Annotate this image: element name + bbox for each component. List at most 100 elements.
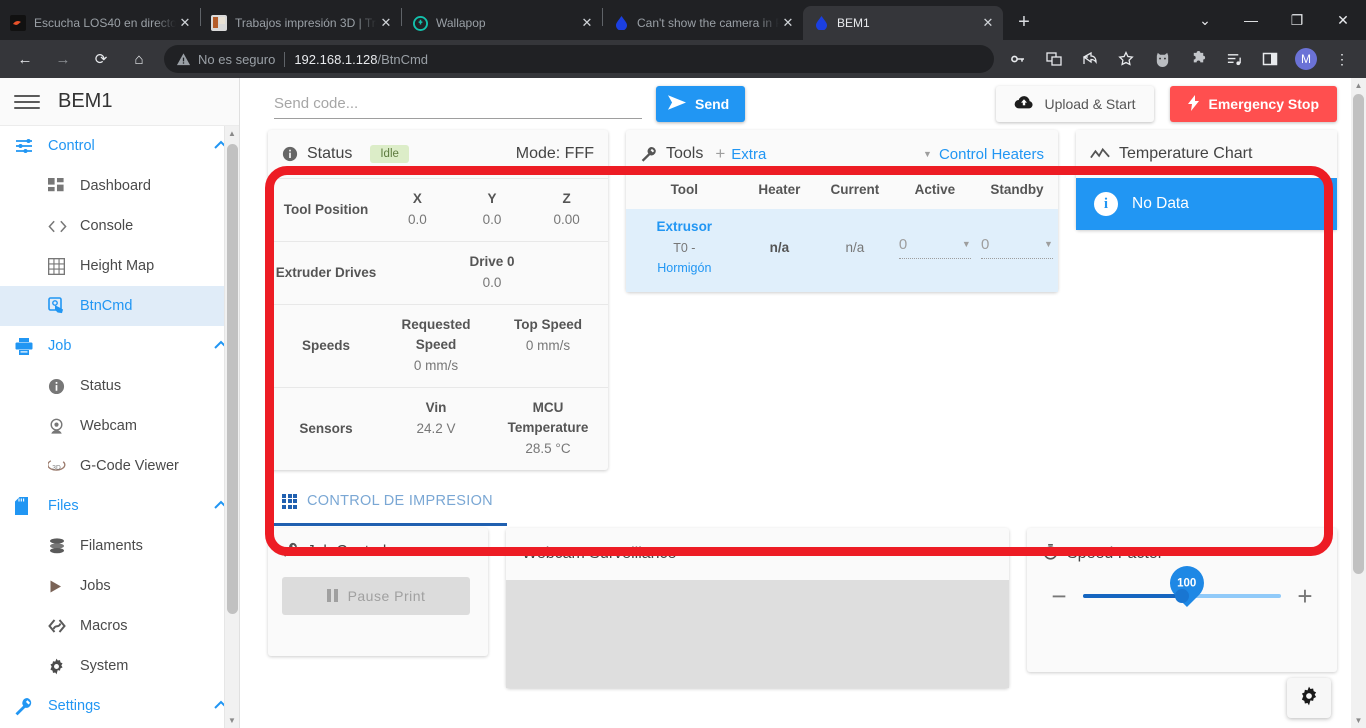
hamburger-icon[interactable] bbox=[14, 94, 40, 109]
side-panel-icon[interactable] bbox=[1256, 45, 1284, 73]
speed-increase-button[interactable]: + bbox=[1289, 583, 1321, 609]
extra-link[interactable]: Extra bbox=[731, 146, 766, 163]
browser-tab-4[interactable]: BEM1 ✕ bbox=[803, 6, 1003, 40]
speed-slider-handle[interactable] bbox=[1175, 588, 1189, 603]
address-bar[interactable]: No es seguro 192.168.1.128/BtnCmd bbox=[164, 45, 994, 73]
sidebar-item-system[interactable]: System bbox=[0, 646, 239, 686]
pause-print-button[interactable]: Pause Print bbox=[282, 576, 470, 615]
speed-decrease-button[interactable]: − bbox=[1043, 583, 1075, 609]
close-window-button[interactable]: ✕ bbox=[1320, 0, 1366, 40]
emergency-stop-button[interactable]: Emergency Stop bbox=[1169, 86, 1337, 122]
tool-cell[interactable]: Extrusor T0 - Hormigón bbox=[626, 209, 743, 292]
browser-tab-close-2[interactable]: ✕ bbox=[578, 14, 596, 32]
key-icon[interactable] bbox=[1004, 45, 1032, 73]
kebab-menu-icon[interactable]: ⋮ bbox=[1328, 45, 1356, 73]
browser-tab-2[interactable]: Wallapop ✕ bbox=[402, 6, 602, 40]
send-button[interactable]: Send bbox=[656, 86, 746, 122]
browser-tab-1[interactable]: Trabajos impresión 3D | Trello ✕ bbox=[201, 6, 401, 40]
speed-slider[interactable]: 100 bbox=[1083, 558, 1281, 607]
heater-cell[interactable]: n/a bbox=[742, 209, 817, 292]
forward-arrow-icon[interactable]: → bbox=[48, 44, 78, 74]
gear-icon bbox=[48, 658, 80, 675]
sidebar-item-dashboard[interactable]: Dashboard bbox=[0, 166, 239, 206]
sidebar-group-settings[interactable]: Settings bbox=[0, 686, 239, 726]
sidebar-scrollbar[interactable]: ▲ ▼ bbox=[224, 126, 239, 728]
browser-tab-close-1[interactable]: ✕ bbox=[377, 14, 395, 32]
standby-temp-dropdown[interactable]: 0 ▼ bbox=[980, 236, 1053, 259]
tool-name: Extrusor bbox=[656, 219, 713, 234]
bottom-panels: Job Control Pause Print Webcam Surveilla… bbox=[240, 527, 1351, 688]
reload-icon[interactable]: ⟳ bbox=[86, 44, 116, 74]
tools-table-header-row: Tool Heater Current Active Standby bbox=[626, 178, 1058, 209]
minimize-button[interactable]: — bbox=[1228, 0, 1274, 40]
active-temp-dropdown[interactable]: 0 ▼ bbox=[898, 236, 971, 259]
scroll-up-arrow-icon[interactable]: ▲ bbox=[225, 126, 239, 141]
webcam-feed[interactable] bbox=[506, 579, 1009, 688]
info-icon: i bbox=[1094, 192, 1118, 216]
sidebar-item-console[interactable]: Console bbox=[0, 206, 239, 246]
chevron-down-icon[interactable]: ▼ bbox=[923, 149, 932, 159]
browser-tab-0[interactable]: Escucha LOS40 en directo - To ✕ bbox=[0, 6, 200, 40]
page-scrollbar[interactable]: ▲ ▼ bbox=[1351, 78, 1366, 728]
active-cell[interactable]: 0 ▼ bbox=[893, 209, 976, 292]
add-tool-icon[interactable]: + bbox=[715, 144, 725, 164]
chevron-down-icon[interactable]: ⌄ bbox=[1182, 0, 1228, 40]
sidebar-group-label: Settings bbox=[48, 698, 101, 714]
back-arrow-icon[interactable]: ← bbox=[10, 44, 40, 74]
sidebar-item-jobs[interactable]: Jobs bbox=[0, 566, 239, 606]
new-tab-button[interactable]: + bbox=[1009, 7, 1039, 37]
tab-control-de-impresion[interactable]: CONTROL DE IMPRESION bbox=[268, 480, 507, 526]
top-speed: Top Speed 0 mm/s bbox=[492, 315, 604, 377]
axis-y: Y 0.0 bbox=[455, 189, 530, 231]
media-list-icon[interactable] bbox=[1220, 45, 1248, 73]
tool-filament-link[interactable]: Hormigón bbox=[657, 261, 711, 275]
col-current: Current bbox=[830, 182, 880, 197]
table-row[interactable]: Extrusor T0 - Hormigón n/a n/a 0 ▼ 0 ▼ bbox=[626, 209, 1058, 292]
chart-line-icon bbox=[1090, 147, 1110, 161]
send-code-input[interactable] bbox=[274, 89, 642, 119]
security-label: No es seguro bbox=[198, 51, 276, 67]
browser-tab-close-3[interactable]: ✕ bbox=[779, 14, 797, 32]
page-scrollbar-thumb[interactable] bbox=[1353, 94, 1364, 574]
sidebar-item-filaments[interactable]: Filaments bbox=[0, 526, 239, 566]
sidebar-group-job[interactable]: Job bbox=[0, 326, 239, 366]
upload-start-button[interactable]: Upload & Start bbox=[996, 86, 1154, 122]
bookmark-star-icon[interactable] bbox=[1112, 45, 1140, 73]
settings-fab-button[interactable] bbox=[1287, 678, 1331, 718]
scroll-down-arrow-icon[interactable]: ▼ bbox=[225, 713, 239, 728]
control-heaters-link[interactable]: Control Heaters bbox=[939, 146, 1044, 163]
browser-tab-3[interactable]: Can't show the camera in Prin ✕ bbox=[603, 6, 803, 40]
sidebar-item-webcam[interactable]: Webcam bbox=[0, 406, 239, 446]
standby-cell[interactable]: 0 ▼ bbox=[975, 209, 1058, 292]
cloud-upload-icon bbox=[1014, 95, 1034, 113]
home-icon[interactable]: ⌂ bbox=[124, 44, 154, 74]
sidebar-item-btncmd[interactable]: BtnCmd bbox=[0, 286, 239, 326]
scroll-down-arrow-icon[interactable]: ▼ bbox=[1351, 713, 1366, 728]
job-control-title: Job Control bbox=[307, 543, 387, 561]
translate-icon[interactable] bbox=[1040, 45, 1068, 73]
heater-value: n/a bbox=[769, 239, 790, 255]
sidebar-item-label: Filaments bbox=[80, 538, 143, 554]
browser-tab-close-0[interactable]: ✕ bbox=[176, 14, 194, 32]
chevron-down-icon: ▼ bbox=[1044, 239, 1053, 250]
webcam-icon bbox=[48, 418, 80, 435]
profile-avatar[interactable]: M bbox=[1295, 48, 1317, 70]
axis-z: Z 0.00 bbox=[529, 189, 604, 231]
sidebar-scrollbar-thumb[interactable] bbox=[227, 144, 238, 614]
share-icon[interactable] bbox=[1076, 45, 1104, 73]
sidebar-item-status[interactable]: Status bbox=[0, 366, 239, 406]
sidebar-group-control[interactable]: Control bbox=[0, 126, 239, 166]
scroll-up-arrow-icon[interactable]: ▲ bbox=[1351, 78, 1366, 93]
sidebar-item-height-map[interactable]: Height Map bbox=[0, 246, 239, 286]
sidebar-item-macros[interactable]: Macros bbox=[0, 606, 239, 646]
puzzle-extension-icon[interactable] bbox=[1184, 45, 1212, 73]
speed-value: 0 mm/s bbox=[525, 337, 571, 353]
sidebar-item-gcode-viewer[interactable]: 3D G-Code Viewer bbox=[0, 446, 239, 486]
browser-toolbar: ← → ⟳ ⌂ No es seguro 192.168.1.128/BtnCm… bbox=[0, 40, 1366, 78]
tool-subtitle: T0 - Hormigón bbox=[626, 238, 743, 278]
cat-extension-icon[interactable] bbox=[1148, 45, 1176, 73]
browser-tab-close-4[interactable]: ✕ bbox=[979, 14, 997, 32]
restore-button[interactable]: ❐ bbox=[1274, 0, 1320, 40]
sidebar-group-files[interactable]: Files bbox=[0, 486, 239, 526]
printer-mode: Mode: FFF bbox=[515, 145, 594, 162]
